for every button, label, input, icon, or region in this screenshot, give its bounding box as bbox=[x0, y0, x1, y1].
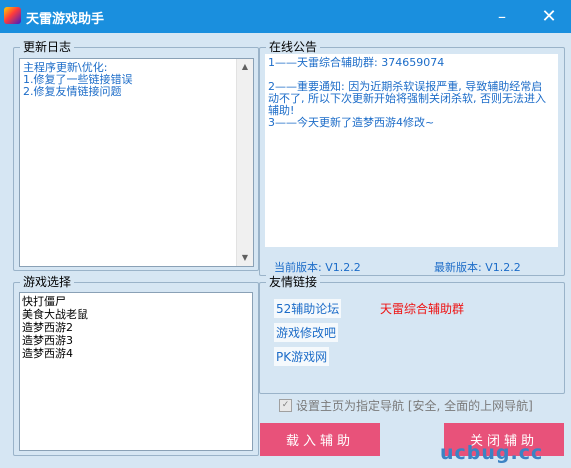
scroll-up-icon[interactable]: ▲ bbox=[237, 59, 253, 75]
scroll-track[interactable] bbox=[239, 75, 251, 250]
minimize-button[interactable]: – bbox=[480, 0, 524, 33]
changelog-group: 更新日志 主程序更新\优化: 1.修复了一些链接错误 2.修复友情链接问题 ▲ … bbox=[13, 39, 259, 271]
changelog-line: 2.修复友情链接问题 bbox=[23, 85, 122, 98]
set-homepage-label: 设置主页为指定导航 [安全, 全面的上网导航] bbox=[296, 399, 533, 413]
link-game-mod-bar[interactable]: 游戏修改吧 bbox=[274, 323, 339, 342]
close-button[interactable]: ✕ bbox=[527, 0, 571, 33]
changelog-textbox[interactable]: 主程序更新\优化: 1.修复了一些链接错误 2.修复友情链接问题 ▲ ▼ bbox=[19, 58, 254, 267]
friend-links-title: 友情链接 bbox=[266, 274, 321, 290]
watermark: ucbug.cc bbox=[440, 442, 544, 464]
game-list[interactable]: 快打僵尸 美食大战老鼠 造梦西游2 造梦西游3 造梦西游4 bbox=[19, 292, 253, 451]
notice-textbox[interactable]: 1——天雷综合辅助群: 374659074 2——重要通知: 因为近期杀软误报严… bbox=[265, 54, 558, 247]
friend-links-group: 友情链接 52辅助论坛 天雷综合辅助群 游戏修改吧 PK游戏网 bbox=[259, 274, 565, 394]
game-item[interactable]: 美食大战老鼠 bbox=[22, 308, 252, 321]
link-pk-game-site[interactable]: PK游戏网 bbox=[274, 347, 330, 366]
close-icon: ✕ bbox=[541, 6, 557, 27]
load-button[interactable]: 载入辅助 bbox=[260, 423, 380, 456]
set-homepage-option[interactable]: ✓ 设置主页为指定导航 [安全, 全面的上网导航] bbox=[279, 397, 533, 414]
game-item[interactable]: 造梦西游2 bbox=[22, 321, 252, 334]
title-bar[interactable]: 天雷游戏助手 – ✕ bbox=[0, 0, 571, 33]
current-version: 当前版本: V1.2.2 bbox=[274, 261, 361, 274]
changelog-scrollbar[interactable]: ▲ ▼ bbox=[236, 59, 253, 266]
window-title: 天雷游戏助手 bbox=[26, 12, 105, 27]
link-tianlei-group[interactable]: 天雷综合辅助群 bbox=[378, 299, 466, 318]
changelog-title: 更新日志 bbox=[20, 39, 75, 55]
scroll-down-icon[interactable]: ▼ bbox=[237, 250, 253, 266]
load-button-label: 载入辅助 bbox=[285, 434, 354, 449]
set-homepage-checkbox[interactable]: ✓ bbox=[279, 399, 292, 412]
app-icon bbox=[4, 7, 21, 24]
notice-group: 在线公告 1——天雷综合辅助群: 374659074 2——重要通知: 因为近期… bbox=[259, 39, 565, 276]
game-item[interactable]: 快打僵尸 bbox=[22, 295, 252, 308]
game-item[interactable]: 造梦西游3 bbox=[22, 334, 252, 347]
notice-title: 在线公告 bbox=[266, 39, 321, 55]
latest-version: 最新版本: V1.2.2 bbox=[434, 261, 521, 274]
notice-line: 1——天雷综合辅助群: 374659074 bbox=[268, 56, 445, 69]
notice-line: 2——重要通知: 因为近期杀软误报严重, 导致辅助经常启动不了, 所以下次更新开… bbox=[268, 80, 546, 117]
checkbox-check-icon: ✓ bbox=[281, 400, 290, 410]
game-select-group: 游戏选择 快打僵尸 美食大战老鼠 造梦西游2 造梦西游3 造梦西游4 bbox=[13, 274, 259, 456]
link-52-forum[interactable]: 52辅助论坛 bbox=[274, 299, 342, 318]
game-item[interactable]: 造梦西游4 bbox=[22, 347, 252, 360]
minimize-icon: – bbox=[498, 7, 506, 26]
game-select-title: 游戏选择 bbox=[20, 274, 75, 290]
notice-line: 3——今天更新了造梦西游4修改~ bbox=[268, 116, 435, 129]
